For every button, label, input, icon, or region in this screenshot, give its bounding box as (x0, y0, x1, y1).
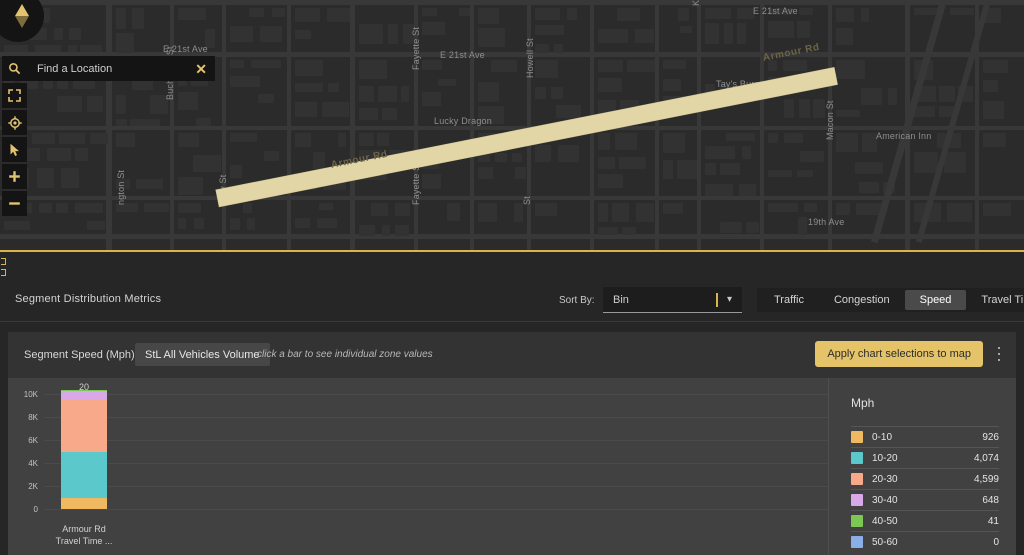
search-placeholder: Find a Location (37, 63, 195, 75)
map-street-label: Fayette St (411, 27, 421, 70)
legend-swatch-icon (851, 452, 863, 464)
minus-icon[interactable] (2, 191, 27, 216)
legend-row[interactable]: 50-600 (851, 531, 999, 552)
map-label: Lucky Dragon (434, 116, 492, 126)
legend-row[interactable]: 20-304,599 (851, 468, 999, 489)
chart-gridline (44, 463, 828, 464)
y-axis-tick: 0 (8, 505, 38, 514)
legend-row[interactable]: 10-204,074 (851, 447, 999, 468)
chart-gridline (44, 440, 828, 441)
map-street-label: Howell St (525, 38, 535, 78)
compass-south-needle (15, 16, 29, 28)
tab-congestion[interactable]: Congestion (819, 290, 905, 310)
legend-swatch-icon (851, 515, 863, 527)
legend-row[interactable]: 40-5041 (851, 510, 999, 531)
map-label: E 21st Ave (440, 50, 485, 60)
chart-plot-area[interactable]: 02K4K6K8K10K 20 Armour Rd Travel Time ..… (8, 378, 828, 555)
legend-title: Mph (851, 396, 874, 410)
fullscreen-icon[interactable] (2, 83, 27, 108)
stacked-bar[interactable] (61, 390, 107, 509)
legend-swatch-icon (851, 431, 863, 443)
map-label: E 21st Ave (753, 6, 798, 16)
compass-north-needle (15, 4, 29, 16)
legend-value: 4,599 (974, 474, 999, 485)
chevron-down-icon: ▾ (727, 295, 732, 305)
map-street-label: Knox St (691, 0, 701, 6)
chart-metric-label: Segment Speed (Mph) (24, 343, 135, 366)
map-controls (2, 56, 27, 218)
bar-segment-30-40[interactable] (61, 391, 107, 398)
chart-panel: Segment Speed (Mph) StL All Vehicles Vol… (0, 322, 1024, 555)
legend-row[interactable]: 0-10926 (851, 426, 999, 447)
metric-tabs: TrafficCongestionSpeedTravel Time (757, 288, 1024, 312)
cursor-icon[interactable] (2, 137, 27, 162)
bar-segment-20-30[interactable] (61, 399, 107, 452)
legend-label: 10-20 (872, 453, 974, 464)
y-axis-tick: 2K (8, 482, 38, 491)
chart-toolbar: Segment Speed (Mph) StL All Vehicles Vol… (8, 332, 1016, 378)
map-street-label: St (522, 196, 532, 205)
close-icon[interactable]: ✕ (195, 62, 207, 76)
y-axis-tick: 4K (8, 459, 38, 468)
legend-swatch-icon (851, 494, 863, 506)
select-divider (716, 293, 718, 307)
page-title: Segment Distribution Metrics (15, 293, 161, 305)
bar-category-line2: Travel Time ... (36, 535, 132, 547)
legend-label: 0-10 (872, 432, 982, 443)
legend-rows: 0-1092610-204,07420-304,59930-4064840-50… (851, 426, 999, 552)
y-axis-tick: 6K (8, 436, 38, 445)
legend-value: 0 (993, 537, 999, 548)
y-axis-tick: 10K (8, 390, 38, 399)
legend-swatch-icon (851, 536, 863, 548)
sort-by-select[interactable]: Bin ▾ (603, 287, 742, 313)
legend-value: 926 (982, 432, 999, 443)
sort-by-value: Bin (603, 294, 716, 306)
apply-chart-selections-button[interactable]: Apply chart selections to map (815, 341, 983, 367)
chart-gridline (44, 417, 828, 418)
bar-segment-10-20[interactable] (61, 452, 107, 499)
legend-label: 30-40 (872, 495, 982, 506)
traffic-analytics-dashboard: E 21st AveE 21st AveE 21st AveLucky Drag… (0, 0, 1024, 555)
dataset-button[interactable]: StL All Vehicles Volume (135, 343, 270, 366)
legend-value: 4,074 (974, 453, 999, 464)
map-street-label: Macon St (825, 100, 835, 140)
crosshair-icon[interactable] (2, 110, 27, 135)
map-canvas[interactable]: E 21st AveE 21st AveE 21st AveLucky Drag… (0, 0, 1024, 251)
plus-icon[interactable] (2, 164, 27, 189)
map-street-label: ngton St (116, 170, 126, 205)
sort-by-label: Sort By: (559, 295, 595, 306)
legend-label: 20-30 (872, 474, 974, 485)
chart-legend: Mph 0-1092610-204,07420-304,59930-406484… (828, 378, 1016, 555)
bar-segment-0-10[interactable] (61, 498, 107, 509)
legend-value: 648 (982, 495, 999, 506)
legend-swatch-icon (851, 473, 863, 485)
chart-body: 02K4K6K8K10K 20 Armour Rd Travel Time ..… (8, 378, 1016, 555)
search-input[interactable]: Find a Location ✕ (27, 56, 215, 81)
bar-category-line1: Armour Rd (36, 523, 132, 535)
tab-travel-time[interactable]: Travel Time (966, 290, 1024, 310)
legend-row[interactable]: 30-40648 (851, 489, 999, 510)
map-label: 19th Ave (808, 217, 844, 227)
chart-gridline (44, 394, 828, 395)
panel-collapse-handle[interactable] (0, 256, 7, 278)
y-axis-tick: 8K (8, 413, 38, 422)
kebab-menu-icon[interactable] (992, 345, 1006, 363)
search-icon[interactable] (2, 56, 27, 81)
tab-speed[interactable]: Speed (905, 290, 967, 310)
legend-label: 40-50 (872, 516, 988, 527)
chart-gridline (44, 486, 828, 487)
tab-traffic[interactable]: Traffic (759, 290, 819, 310)
map-label: American Inn (876, 131, 931, 141)
chart-gridline (44, 509, 828, 510)
legend-value: 41 (988, 516, 999, 527)
chart-hint-text: click a bar to see individual zone value… (257, 343, 433, 366)
bar-category-label: Armour Rd Travel Time ... (36, 523, 132, 547)
legend-label: 50-60 (872, 537, 993, 548)
